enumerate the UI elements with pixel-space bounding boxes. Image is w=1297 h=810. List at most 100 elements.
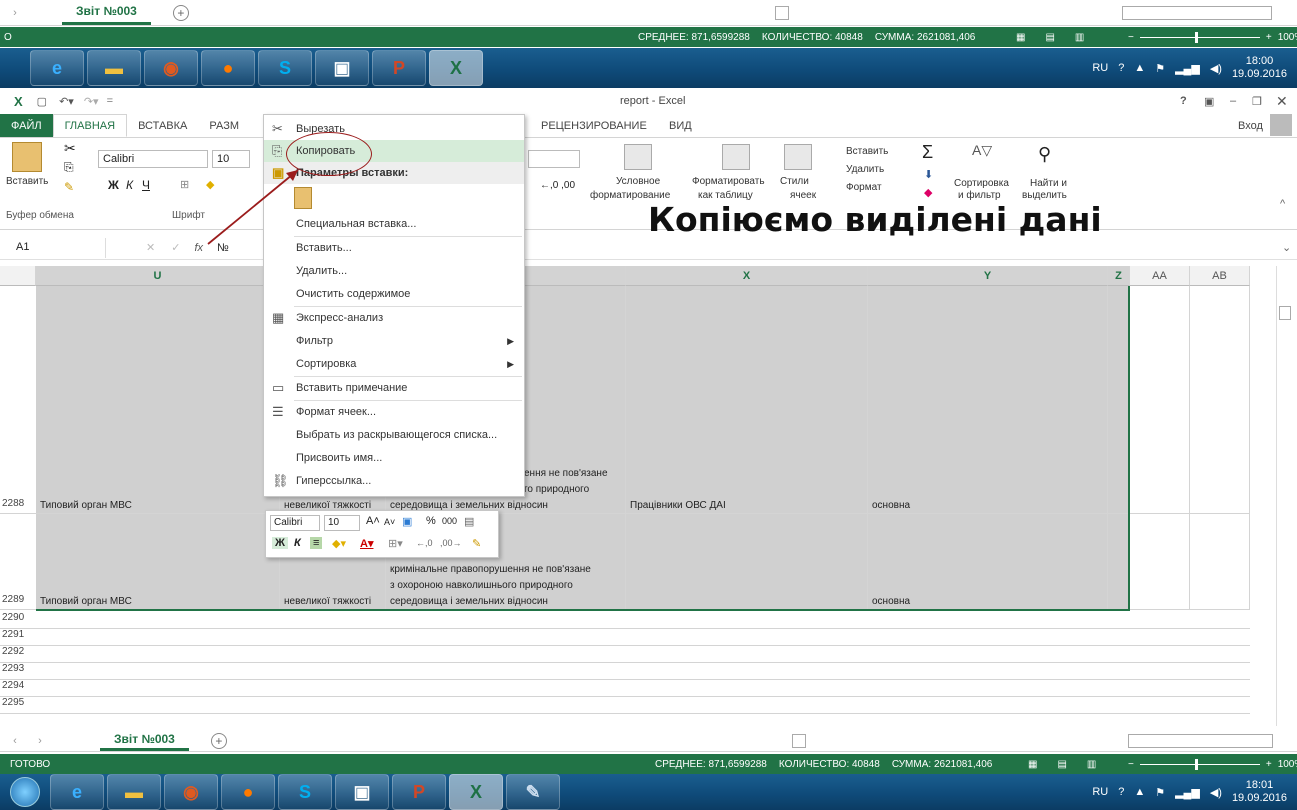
worksheet-grid[interactable]: U X Y Z AA AB Типовий орган МВС невелико… [0, 266, 1274, 726]
tab-home[interactable]: ГЛАВНАЯ [52, 114, 128, 137]
sheet-tab[interactable]: Звіт №003 [62, 0, 151, 25]
column-header-y[interactable]: Y [868, 266, 1108, 286]
autosum-icon[interactable]: Σ [922, 142, 933, 163]
save-icon[interactable]: ▢ [37, 95, 47, 108]
tray-expand-icon[interactable]: ▲ [1134, 62, 1145, 74]
add-sheet-icon[interactable]: + [172, 4, 189, 21]
ribbon-options-icon[interactable]: ▣ [1204, 95, 1214, 108]
explorer-icon[interactable]: ▬ [107, 774, 161, 810]
normal-view-icon[interactable]: ▦ [1016, 32, 1025, 43]
ie-icon[interactable]: e [50, 774, 104, 810]
zoom-in-icon[interactable]: + [1266, 759, 1272, 770]
tab-layout[interactable]: РАЗМ [198, 114, 250, 137]
paste-button[interactable]: Вставить [6, 176, 48, 187]
borders-icon[interactable]: ⊞ [180, 178, 189, 191]
explorer-icon[interactable]: ▬ [87, 50, 141, 86]
mini-bold-button[interactable]: Ж [272, 537, 288, 549]
mini-italic-button[interactable]: К [294, 537, 301, 549]
clear-icon[interactable]: ◆ [924, 186, 932, 199]
skype-icon[interactable]: S [258, 50, 312, 86]
start-button[interactable] [10, 777, 40, 807]
vertical-scrollbar[interactable] [1276, 266, 1292, 726]
cell-z-2289[interactable] [1108, 514, 1130, 610]
page-layout-icon[interactable]: ▤ [1057, 759, 1066, 770]
align-center-icon[interactable]: ≡ [310, 537, 323, 549]
help-button[interactable]: ? [1180, 95, 1187, 107]
cut-icon[interactable]: ✂ [64, 140, 76, 157]
row-header[interactable]: 2291 [0, 629, 36, 646]
cell-styles-label[interactable]: Стили [780, 176, 809, 187]
scroll-left-icon[interactable] [792, 734, 806, 748]
format-cells-button[interactable]: Формат [846, 182, 882, 193]
mini-font-color-icon[interactable]: A▾ [360, 537, 373, 550]
snipping-tool-icon[interactable]: ✎ [506, 774, 560, 810]
paste-icon[interactable] [12, 142, 42, 172]
format-painter-icon[interactable]: ✎ [64, 180, 74, 194]
find-select-label[interactable]: Найти и [1030, 178, 1067, 189]
menu-clear-contents[interactable]: Очистить содержимое [264, 283, 524, 305]
delete-cells-button[interactable]: Удалить [846, 164, 884, 175]
row-header[interactable]: 2295 [0, 697, 36, 714]
fill-icon[interactable]: ⬇ [924, 168, 933, 181]
cell-x-2288[interactable]: Працівники ОВС ДАІ [626, 286, 868, 514]
redo-icon[interactable]: ↷▾ [84, 95, 99, 108]
menu-delete[interactable]: Удалить... [264, 260, 524, 282]
horizontal-scrollbar[interactable] [1122, 6, 1272, 20]
row-header-2288[interactable]: 2288 [0, 498, 36, 514]
media-player-icon[interactable]: ◉ [164, 774, 218, 810]
row-header[interactable]: 2290 [0, 612, 36, 629]
network-icon[interactable]: ▂▄▆ [1175, 786, 1200, 799]
tab-insert[interactable]: ВСТАВКА [127, 114, 198, 137]
minimize-icon[interactable]: – [1230, 95, 1236, 107]
normal-view-icon[interactable]: ▦ [1028, 759, 1037, 770]
cell-ab-2289[interactable] [1190, 514, 1250, 610]
powerpoint-icon[interactable]: P [392, 774, 446, 810]
sheet-nav-icon[interactable]: › [0, 7, 30, 19]
accounting-format-icon[interactable]: ▣ [402, 515, 412, 528]
avatar[interactable] [1270, 114, 1292, 136]
language-indicator[interactable]: RU [1092, 786, 1108, 798]
percent-button[interactable]: % [426, 515, 436, 527]
thousands-button[interactable]: 000 [442, 516, 457, 526]
number-format-select[interactable] [528, 150, 580, 168]
menu-pick-from-list[interactable]: Выбрать из раскрывающегося списка... [264, 424, 524, 446]
collapse-ribbon-icon[interactable]: ^ [1280, 198, 1285, 210]
font-name-select[interactable]: Calibri [98, 150, 208, 168]
network-icon[interactable]: ▂▄▆ [1175, 62, 1200, 75]
menu-hyperlink[interactable]: ⛓ Гиперссылка... [264, 470, 524, 492]
tab-view[interactable]: ВИД [658, 114, 703, 137]
horizontal-scrollbar[interactable] [1128, 734, 1273, 748]
column-header-u[interactable]: U [36, 266, 280, 286]
row-header-2289[interactable]: 2289 [0, 594, 36, 610]
excel-icon[interactable]: X [429, 50, 483, 86]
flag-icon[interactable]: ⚑ [1155, 786, 1165, 799]
mini-font-select[interactable]: Calibri [270, 515, 320, 531]
grow-font-icon[interactable]: A˄ [366, 515, 380, 527]
media-player-icon[interactable]: ◉ [144, 50, 198, 86]
volume-icon[interactable]: ◀) [1210, 62, 1222, 75]
volume-icon[interactable]: ◀) [1210, 786, 1222, 799]
enter-formula-icon[interactable]: ✓ [171, 241, 180, 254]
skype-icon[interactable]: S [278, 774, 332, 810]
column-header-aa[interactable]: AA [1130, 266, 1190, 286]
sheet-tab[interactable]: Звіт №003 [100, 730, 189, 751]
column-header-ab[interactable]: AB [1190, 266, 1250, 286]
scroll-left-icon[interactable] [775, 6, 789, 20]
row-header[interactable]: 2293 [0, 663, 36, 680]
add-sheet-icon[interactable]: + [210, 732, 227, 749]
conditional-format-label[interactable]: Условное [616, 176, 660, 187]
menu-format-cells[interactable]: ☰ Формат ячеек... [264, 401, 524, 423]
customize-qat-icon[interactable]: = [107, 95, 113, 107]
tray-expand-icon[interactable]: ▲ [1134, 786, 1145, 798]
conditional-format-icon[interactable] [624, 144, 652, 170]
zoom-out-icon[interactable]: − [1128, 759, 1134, 770]
shrink-font-icon[interactable]: A˅ [384, 517, 395, 527]
help-icon[interactable]: ? [1118, 786, 1124, 798]
undo-icon[interactable]: ↶▾ [59, 95, 74, 108]
powerpoint-icon[interactable]: P [372, 50, 426, 86]
mini-format-painter-icon[interactable]: ✎ [472, 537, 481, 550]
menu-sort[interactable]: Сортировка ▶ [264, 353, 524, 375]
mini-size-select[interactable]: 10 [324, 515, 360, 531]
column-header-x[interactable]: X [626, 266, 868, 286]
cell-z-2288[interactable] [1108, 286, 1130, 514]
